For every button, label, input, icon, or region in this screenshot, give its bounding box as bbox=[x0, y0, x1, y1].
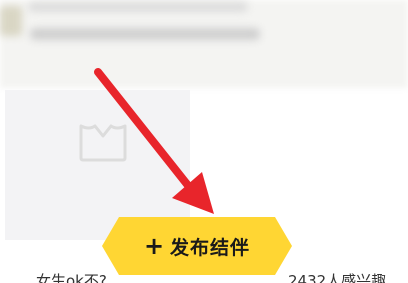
blurred-text-line bbox=[28, 2, 248, 12]
publish-button-label: 发布结伴 bbox=[170, 236, 251, 259]
blurred-thumbnail bbox=[0, 6, 22, 36]
blurred-header-area bbox=[0, 0, 408, 88]
logo-placeholder-icon bbox=[79, 124, 127, 162]
plus-icon: + bbox=[143, 232, 165, 260]
post-title[interactable]: 女生ok不? bbox=[36, 270, 107, 283]
screen: 女生ok不? 2432人感兴趣 + 发布结伴 bbox=[0, 0, 408, 283]
publish-companion-button[interactable]: + 发布结伴 bbox=[112, 217, 282, 275]
interest-count: 2432人感兴趣 bbox=[288, 272, 387, 283]
blurred-text-line bbox=[30, 28, 260, 40]
